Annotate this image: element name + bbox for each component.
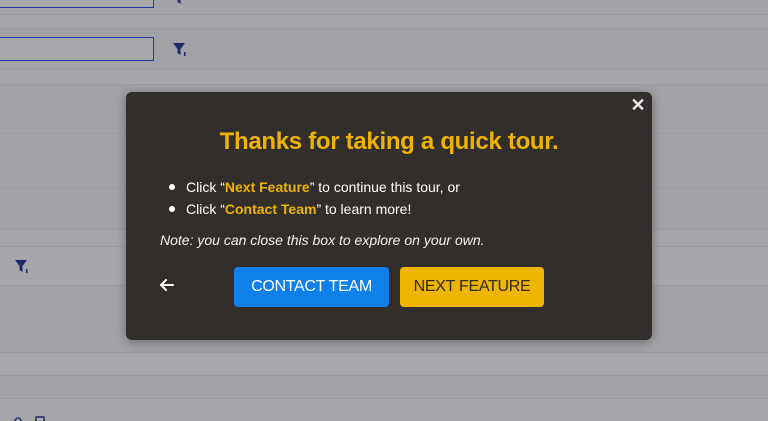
list-item-prefix: Click “: [186, 179, 225, 195]
bullet-icon: [169, 206, 175, 212]
list-item-highlight: Next Feature: [224, 179, 310, 195]
contact-team-button[interactable]: CONTACT TEAM: [234, 267, 389, 307]
list-item-suffix: ” to learn more!: [316, 201, 412, 217]
app-page: ✕ Thanks for taking a quick tour. Click …: [0, 0, 768, 421]
list-item: Click “Contact Team” to learn more!: [169, 198, 460, 220]
modal-title: Thanks for taking a quick tour.: [219, 128, 559, 155]
instruction-list: Click “Next Feature” to continue this to…: [169, 176, 460, 220]
bullet-icon: [169, 184, 175, 190]
next-feature-button[interactable]: NEXT FEATURE: [400, 267, 544, 307]
modal-note: Note: you can close this box to explore …: [160, 232, 485, 248]
arrow-left-icon[interactable]: [158, 276, 176, 294]
tour-modal: ✕ Thanks for taking a quick tour. Click …: [126, 92, 652, 340]
list-item-suffix: ” to continue this tour, or: [309, 179, 460, 195]
list-item-highlight: Contact Team: [224, 201, 317, 217]
close-icon[interactable]: ✕: [629, 96, 647, 114]
list-item: Click “Next Feature” to continue this to…: [169, 176, 460, 198]
list-item-prefix: Click “: [186, 201, 225, 217]
